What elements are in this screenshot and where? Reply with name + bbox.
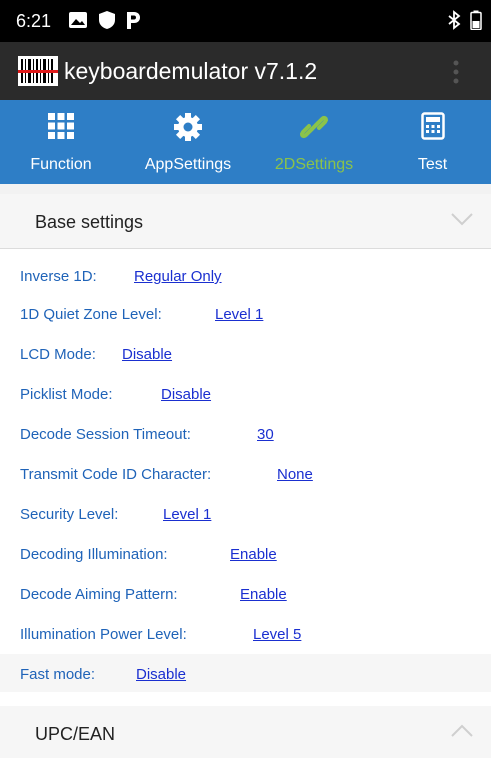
setting-row: Transmit Code ID Character: None <box>20 454 470 492</box>
setting-row: Inverse 1D: Regular Only <box>20 256 470 294</box>
setting-label: LCD Mode: <box>20 346 96 363</box>
setting-label: Transmit Code ID Character: <box>20 466 212 483</box>
barcode-logo-icon <box>18 56 58 91</box>
setting-label: Picklist Mode: <box>20 386 113 403</box>
link-icon <box>299 112 329 147</box>
setting-row: Decode Session Timeout: 30 <box>20 414 470 452</box>
chevron-down-icon <box>451 212 473 231</box>
tab-label: AppSettings <box>144 156 232 173</box>
setting-row: Picklist Mode: Disable <box>20 374 470 412</box>
tab-function[interactable]: Function <box>0 100 122 184</box>
tab-label: Test <box>417 156 448 173</box>
shield-notification-icon <box>98 10 116 35</box>
bluetooth-icon <box>447 10 461 35</box>
calculator-icon <box>420 112 445 145</box>
tab-label: Function <box>30 156 92 173</box>
app-bar: keyboardemulator v7.1.2 <box>0 42 491 100</box>
setting-row: LCD Mode: Disable <box>20 334 470 372</box>
image-notification-icon <box>68 10 88 35</box>
tab-label: 2DSettings <box>274 156 354 173</box>
tab-2dsettings[interactable]: 2DSettings <box>254 100 374 184</box>
section-header-base-settings[interactable]: Base settings <box>0 194 491 248</box>
setting-value-link[interactable]: Level 5 <box>253 626 301 643</box>
setting-value-link[interactable]: Level 1 <box>163 506 211 523</box>
setting-label: Illumination Power Level: <box>20 626 187 643</box>
setting-row: Decoding Illumination: Enable <box>20 534 470 572</box>
tab-appsettings[interactable]: AppSettings <box>122 100 254 184</box>
divider <box>0 248 491 249</box>
tab-bar: Function AppSettings 2DSettings Test <box>0 100 491 184</box>
setting-label: Decode Aiming Pattern: <box>20 586 178 603</box>
setting-value-link[interactable]: 30 <box>257 426 274 443</box>
chevron-up-icon <box>451 724 473 743</box>
setting-value-link[interactable]: Disable <box>161 386 211 403</box>
status-time: 6:21 <box>16 11 52 31</box>
section-header-upc-ean[interactable]: UPC/EAN <box>0 706 491 758</box>
setting-value-link[interactable]: Disable <box>136 666 186 683</box>
setting-label: Decoding Illumination: <box>20 546 168 563</box>
setting-label: Inverse 1D: <box>20 268 97 285</box>
setting-label: Fast mode: <box>20 666 96 683</box>
battery-icon <box>470 10 482 35</box>
setting-value-link[interactable]: Level 1 <box>215 306 263 323</box>
setting-row: 1D Quiet Zone Level: Level 1 <box>20 294 470 332</box>
setting-row: Decode Aiming Pattern: Enable <box>20 574 470 612</box>
tab-test[interactable]: Test <box>374 100 491 184</box>
setting-value-link[interactable]: Enable <box>230 546 277 563</box>
overflow-menu-icon[interactable] <box>452 59 460 90</box>
setting-row: Illumination Power Level: Level 5 <box>20 614 470 652</box>
setting-value-link[interactable]: Disable <box>122 346 172 363</box>
setting-value-link[interactable]: Enable <box>240 586 287 603</box>
section-title: Base settings <box>35 212 144 232</box>
gear-icon <box>173 112 203 147</box>
setting-label: Decode Session Timeout: <box>20 426 191 443</box>
setting-value-link[interactable]: None <box>277 466 313 483</box>
setting-label: Security Level: <box>20 506 119 523</box>
app-title: keyboardemulator v7.1.2 <box>64 58 318 84</box>
parking-notification-icon <box>124 10 142 35</box>
status-bar: 6:21 <box>0 0 491 42</box>
grid-icon <box>47 112 75 145</box>
spacer <box>0 184 491 194</box>
section-title: UPC/EAN <box>35 724 116 744</box>
spacer <box>0 692 491 706</box>
setting-label: 1D Quiet Zone Level: <box>20 306 162 323</box>
setting-row: Security Level: Level 1 <box>20 494 470 532</box>
setting-row: Fast mode: Disable <box>20 654 470 692</box>
setting-value-link[interactable]: Regular Only <box>134 268 222 285</box>
